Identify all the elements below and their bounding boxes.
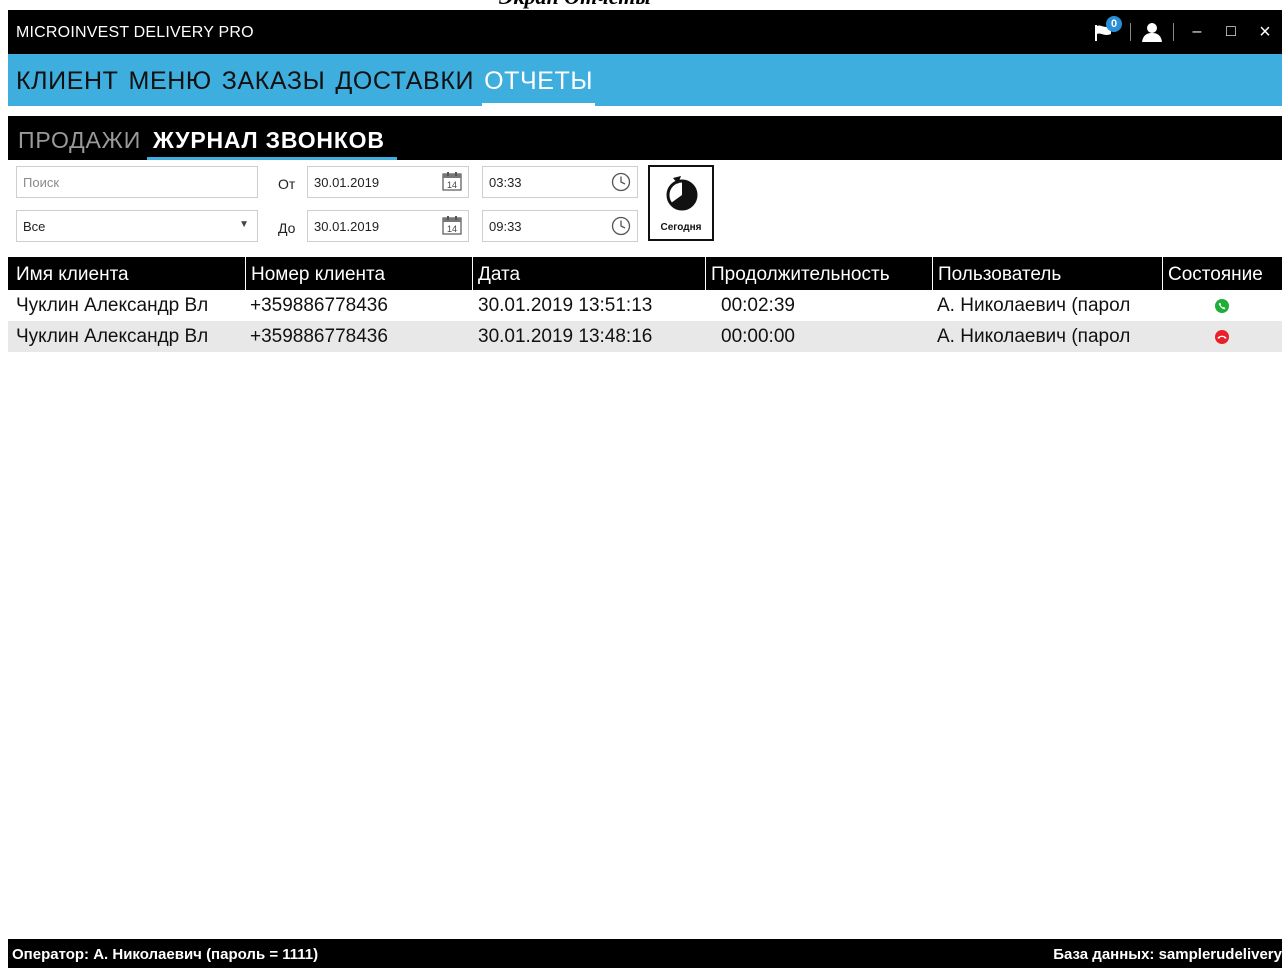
column-header-date[interactable]: Дата	[472, 257, 705, 290]
maximize-icon: □	[1226, 23, 1236, 40]
table-row[interactable]: Чуклин Александр Вл +359886778436 30.01.…	[8, 321, 1282, 352]
filter-panel: Поиск Все ▼ От До 30.01.2019 14 30.01.20…	[8, 160, 1282, 256]
cell-status	[1162, 290, 1282, 321]
calendar-icon[interactable]: 14	[442, 171, 462, 194]
title-bar-controls: 0 – □ ×	[1090, 10, 1282, 54]
database-info: База данных: samplerudelivery	[1053, 946, 1282, 963]
from-label: От	[278, 176, 296, 192]
to-time-value: 09:33	[489, 219, 522, 234]
today-button[interactable]: Сегодня	[648, 165, 714, 241]
document-caption: Экран Отчеты	[0, 0, 1282, 10]
tab-call-log[interactable]: ЖУРНАЛ ЗВОНКОВ	[147, 127, 397, 160]
scope-dropdown[interactable]: Все ▼	[16, 210, 258, 242]
notifications-button[interactable]: 0	[1090, 10, 1124, 54]
main-menu: КЛИЕНТ МЕНЮ ЗАКАЗЫ ДОСТАВКИ ОТЧЕТЫ	[8, 54, 1282, 106]
app-window: MICROINVEST DELIVERY PRO 0 – □ × КЛИЕНТ …	[8, 10, 1282, 968]
to-time-picker[interactable]: 09:33	[482, 210, 638, 242]
cell-date: 30.01.2019 13:51:13	[478, 295, 653, 316]
cell-client-number: +359886778436	[250, 326, 388, 347]
main-menu-orders[interactable]: ЗАКАЗЫ	[217, 67, 331, 106]
separator	[1173, 23, 1174, 41]
notification-badge: 0	[1106, 16, 1122, 32]
user-button[interactable]	[1137, 10, 1167, 54]
cell-date: 30.01.2019 13:48:16	[478, 326, 653, 347]
answered-call-icon	[1215, 298, 1229, 313]
column-header-status[interactable]: Состояние	[1162, 257, 1282, 290]
main-menu-reports[interactable]: ОТЧЕТЫ	[479, 67, 598, 106]
main-menu-deliveries[interactable]: ДОСТАВКИ	[330, 67, 479, 106]
scope-selected-value: Все	[23, 219, 46, 234]
status-bar: Оператор: А. Николаевич (пароль = 1111) …	[8, 939, 1282, 968]
main-menu-menu[interactable]: МЕНЮ	[124, 67, 217, 106]
maximize-button[interactable]: □	[1214, 10, 1248, 54]
column-header-client-number[interactable]: Номер клиента	[245, 257, 472, 290]
close-button[interactable]: ×	[1248, 10, 1282, 54]
calendar-icon[interactable]: 14	[442, 215, 462, 238]
svg-text:14: 14	[447, 180, 457, 190]
today-button-label: Сегодня	[660, 222, 702, 233]
table-row[interactable]: Чуклин Александр Вл +359886778436 30.01.…	[8, 290, 1282, 321]
cell-client-name: Чуклин Александр Вл	[16, 326, 209, 347]
cell-user: А. Николаевич (парол	[937, 295, 1131, 316]
minimize-button[interactable]: –	[1180, 10, 1214, 54]
from-date-picker[interactable]: 30.01.2019 14	[307, 166, 469, 198]
to-date-value: 30.01.2019	[314, 219, 380, 234]
missed-call-icon	[1215, 329, 1229, 344]
main-menu-client[interactable]: КЛИЕНТ	[8, 67, 124, 106]
cell-status	[1162, 321, 1282, 352]
title-bar: MICROINVEST DELIVERY PRO 0 – □ ×	[8, 10, 1282, 54]
from-date-value: 30.01.2019	[314, 175, 380, 190]
column-header-client-name[interactable]: Имя клиента	[8, 257, 245, 290]
app-title: MICROINVEST DELIVERY PRO	[16, 24, 254, 41]
to-date-picker[interactable]: 30.01.2019 14	[307, 210, 469, 242]
cell-duration: 00:02:39	[721, 295, 795, 316]
document-caption-text: Экран Отчеты	[499, 0, 651, 10]
sub-menu: ПРОДАЖИ ЖУРНАЛ ЗВОНКОВ	[8, 116, 1282, 160]
search-input[interactable]: Поиск	[16, 166, 258, 198]
cell-client-name: Чуклин Александр Вл	[16, 295, 209, 316]
reset-period-icon	[666, 176, 698, 211]
operator-info: Оператор: А. Николаевич (пароль = 1111)	[12, 946, 319, 963]
cell-duration: 00:00:00	[721, 326, 795, 347]
column-header-user[interactable]: Пользователь	[932, 257, 1162, 290]
svg-text:14: 14	[447, 224, 457, 234]
separator	[1130, 23, 1131, 41]
cell-client-number: +359886778436	[250, 295, 388, 316]
chevron-down-icon: ▼	[239, 219, 249, 230]
table-header: Имя клиента Номер клиента Дата Продолжит…	[8, 257, 1282, 290]
tab-sales[interactable]: ПРОДАЖИ	[8, 127, 147, 160]
column-header-duration[interactable]: Продолжительность	[705, 257, 932, 290]
user-icon	[1142, 23, 1162, 42]
clock-icon[interactable]	[611, 216, 631, 239]
cell-user: А. Николаевич (парол	[937, 326, 1131, 347]
call-log-table: Имя клиента Номер клиента Дата Продолжит…	[8, 257, 1282, 352]
to-label: До	[278, 220, 296, 236]
from-time-picker[interactable]: 03:33	[482, 166, 638, 198]
clock-icon[interactable]	[611, 172, 631, 195]
from-time-value: 03:33	[489, 175, 522, 190]
close-icon: ×	[1259, 20, 1271, 43]
minimize-icon: –	[1192, 23, 1202, 40]
